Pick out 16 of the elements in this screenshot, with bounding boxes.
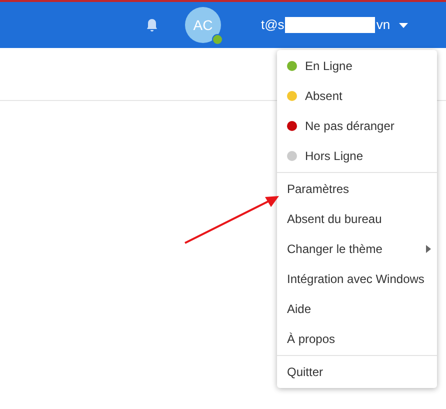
status-option[interactable]: En Ligne: [277, 51, 437, 81]
account-email[interactable]: t@s: [261, 15, 284, 35]
status-option[interactable]: Ne pas déranger: [277, 111, 437, 141]
menu-item[interactable]: Paramètres: [277, 174, 437, 204]
submenu-arrow-icon: [426, 245, 431, 253]
account-email[interactable]: vn: [376, 15, 390, 35]
menu-item[interactable]: Quitter: [277, 357, 437, 387]
status-option[interactable]: Absent: [277, 81, 437, 111]
menu-item[interactable]: Absent du bureau: [277, 204, 437, 234]
notification-bell-icon[interactable]: [146, 18, 158, 32]
status-option[interactable]: Hors Ligne: [277, 141, 437, 171]
menu-item[interactable]: Intégration avec Windows: [277, 264, 437, 294]
dropdown-caret-icon[interactable]: [399, 22, 408, 28]
menu-item[interactable]: Changer le thème: [277, 234, 437, 264]
menu-item[interactable]: Aide: [277, 294, 437, 324]
menu-item[interactable]: À propos: [277, 324, 437, 354]
